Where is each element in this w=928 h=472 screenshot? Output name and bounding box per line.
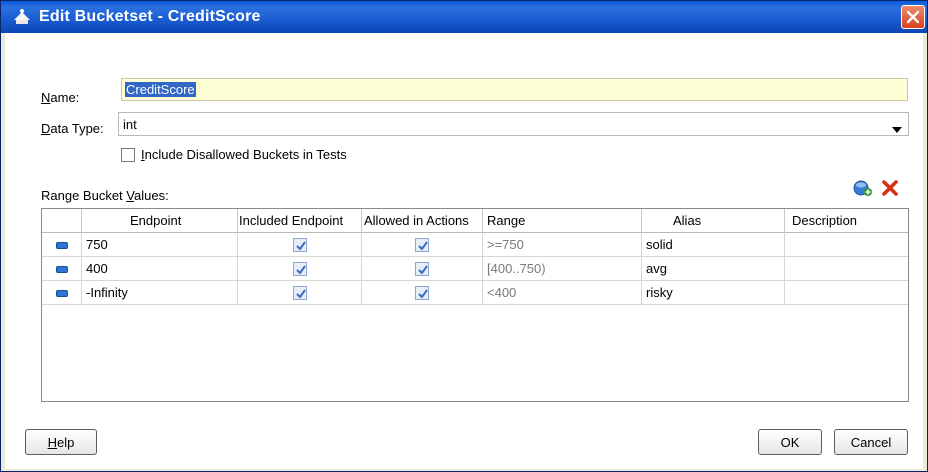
allowed-in-actions-checkbox[interactable] xyxy=(415,262,429,276)
header-included-endpoint[interactable]: Included Endpoint xyxy=(238,209,362,233)
header-rowicon xyxy=(42,209,82,233)
description-cell[interactable] xyxy=(785,233,908,257)
table-header: Endpoint Included Endpoint Allowed in Ac… xyxy=(42,209,908,233)
name-value: CreditScore xyxy=(125,82,196,97)
range-cell: <400 xyxy=(483,281,642,305)
header-allowed-in-actions[interactable]: Allowed in Actions xyxy=(362,209,483,233)
table-row[interactable]: -Infinity <400 risky xyxy=(42,281,908,305)
included-endpoint-checkbox[interactable] xyxy=(292,286,307,300)
range-cell: >=750 xyxy=(483,233,642,257)
table-row[interactable]: 750 >=750 solid xyxy=(42,233,908,257)
allowed-in-actions-cell[interactable] xyxy=(362,257,483,281)
include-disallowed-row[interactable]: Include Disallowed Buckets in Tests xyxy=(121,147,347,162)
dialog-window: Edit Bucketset - CreditScore Name: Credi… xyxy=(0,0,928,472)
help-label-rest: elp xyxy=(57,434,75,450)
name-label: Name: xyxy=(41,90,80,105)
endpoint-cell[interactable]: -Infinity xyxy=(82,281,238,305)
cancel-label: Cancel xyxy=(850,434,892,450)
ok-label: OK xyxy=(780,434,800,450)
allowed-in-actions-cell[interactable] xyxy=(362,233,483,257)
included-endpoint-checkbox[interactable] xyxy=(292,238,307,252)
alias-cell[interactable]: solid xyxy=(642,233,785,257)
included-endpoint-checkbox[interactable] xyxy=(292,262,307,276)
name-input[interactable]: CreditScore xyxy=(121,78,908,101)
description-cell[interactable] xyxy=(785,281,908,305)
included-endpoint-cell[interactable] xyxy=(238,281,362,305)
datatype-select[interactable]: int xyxy=(118,112,909,136)
included-endpoint-cell[interactable] xyxy=(238,257,362,281)
bucket-row-icon xyxy=(56,266,68,273)
header-description[interactable]: Description xyxy=(785,209,908,233)
allowed-in-actions-cell[interactable] xyxy=(362,281,483,305)
header-alias[interactable]: Alias xyxy=(642,209,785,233)
cancel-button[interactable]: Cancel xyxy=(834,429,908,455)
header-endpoint[interactable]: Endpoint xyxy=(82,209,238,233)
range-bucket-label: Range Bucket Values: xyxy=(41,188,169,203)
help-mnemonic: H xyxy=(47,434,58,450)
endpoint-cell[interactable]: 400 xyxy=(82,257,238,281)
endpoint-cell[interactable]: 750 xyxy=(82,233,238,257)
allowed-in-actions-checkbox[interactable] xyxy=(415,286,429,300)
name-label-rest: ame: xyxy=(50,90,80,105)
alias-cell[interactable]: avg xyxy=(642,257,785,281)
allowed-in-actions-checkbox[interactable] xyxy=(415,238,429,252)
header-range[interactable]: Range xyxy=(483,209,642,233)
close-icon xyxy=(906,10,920,24)
row-icon-cell xyxy=(42,281,82,305)
ok-button[interactable]: OK xyxy=(758,429,822,455)
datatype-value: int xyxy=(123,116,137,132)
window-title: Edit Bucketset - CreditScore xyxy=(39,8,261,25)
title-bar[interactable]: Edit Bucketset - CreditScore xyxy=(1,1,927,33)
datatype-label: Data Type: xyxy=(41,121,104,136)
bucket-row-icon xyxy=(56,242,68,249)
help-button[interactable]: Help xyxy=(25,429,97,455)
range-cell: [400..750) xyxy=(483,257,642,281)
delete-bucket-icon[interactable] xyxy=(881,179,899,200)
include-disallowed-checkbox[interactable] xyxy=(121,147,135,162)
included-endpoint-cell[interactable] xyxy=(238,233,362,257)
chevron-down-icon xyxy=(892,121,902,136)
bucket-row-icon xyxy=(56,290,68,297)
close-button[interactable] xyxy=(901,5,925,29)
description-cell[interactable] xyxy=(785,257,908,281)
add-bucket-icon[interactable] xyxy=(853,179,873,200)
include-disallowed-label: Include Disallowed Buckets in Tests xyxy=(141,147,347,162)
range-bucket-table[interactable]: Endpoint Included Endpoint Allowed in Ac… xyxy=(41,208,909,402)
alias-cell[interactable]: risky xyxy=(642,281,785,305)
row-icon-cell xyxy=(42,257,82,281)
table-row[interactable]: 400 [400..750) avg xyxy=(42,257,908,281)
row-icon-cell xyxy=(42,233,82,257)
app-icon xyxy=(11,6,33,28)
